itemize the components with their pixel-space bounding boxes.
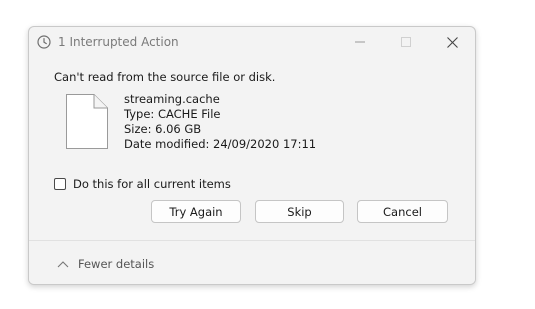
file-type: Type: CACHE File bbox=[124, 107, 221, 121]
maximize-icon bbox=[401, 37, 411, 47]
file-details: streaming.cache Type: CACHE File Size: 6… bbox=[124, 92, 316, 152]
maximize-button bbox=[383, 27, 429, 57]
cancel-button[interactable]: Cancel bbox=[357, 200, 448, 223]
desktop-background: 1 Interrupted Action Can't read from the… bbox=[0, 0, 535, 309]
document-icon bbox=[65, 93, 109, 150]
close-button[interactable] bbox=[429, 27, 475, 57]
fewer-details-toggle[interactable]: Fewer details bbox=[57, 257, 154, 271]
clock-icon bbox=[37, 34, 51, 49]
apply-to-all-checkbox[interactable] bbox=[54, 178, 66, 190]
dialog-title: 1 Interrupted Action bbox=[58, 35, 179, 49]
skip-button[interactable]: Skip bbox=[255, 200, 344, 223]
interrupted-action-dialog: 1 Interrupted Action Can't read from the… bbox=[28, 26, 476, 285]
minimize-icon bbox=[355, 37, 365, 47]
apply-to-all-row[interactable]: Do this for all current items bbox=[54, 176, 231, 192]
file-date-modified: Date modified: 24/09/2020 17:11 bbox=[124, 137, 317, 151]
dialog-footer: Fewer details bbox=[29, 240, 475, 284]
apply-to-all-label[interactable]: Do this for all current items bbox=[73, 177, 231, 191]
error-message: Can't read from the source file or disk. bbox=[54, 70, 276, 84]
close-icon bbox=[446, 36, 458, 48]
try-again-button[interactable]: Try Again bbox=[151, 200, 241, 223]
fewer-details-label[interactable]: Fewer details bbox=[78, 257, 154, 271]
minimize-button[interactable] bbox=[337, 27, 383, 57]
file-name: streaming.cache bbox=[124, 92, 220, 106]
file-size: Size: 6.06 GB bbox=[124, 122, 202, 136]
title-bar[interactable]: 1 Interrupted Action bbox=[29, 27, 475, 57]
chevron-up-icon bbox=[57, 260, 69, 268]
